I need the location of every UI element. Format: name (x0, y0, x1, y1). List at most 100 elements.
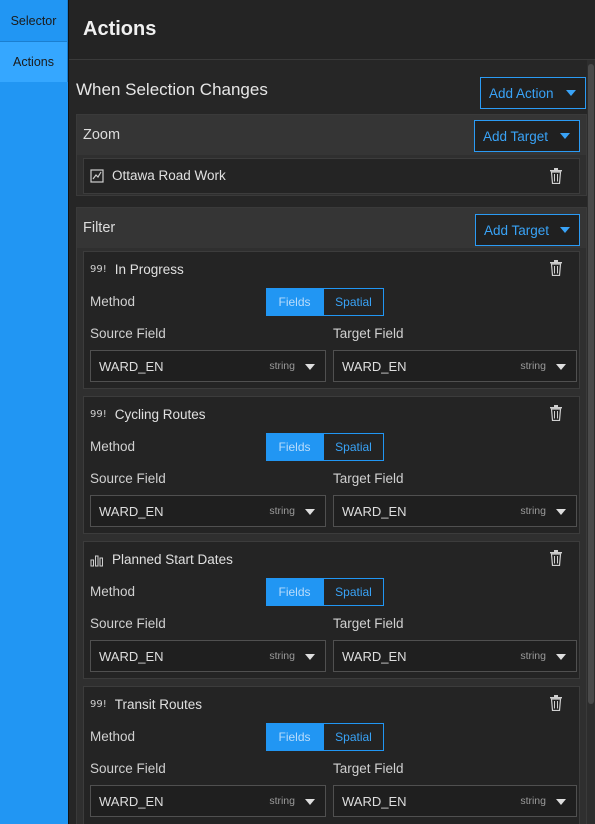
filter-target-title: 99! In Progress (90, 262, 184, 277)
zoom-title: Zoom (83, 127, 121, 143)
target-field-value: WARD_EN (342, 503, 407, 519)
source-field-label: Source Field (90, 761, 166, 776)
chevron-down-icon (305, 799, 315, 805)
filter-target-title: 99! Transit Routes (90, 697, 202, 712)
method-toggle[interactable]: Fields Spatial (266, 433, 384, 461)
source-field-value: WARD_EN (99, 793, 164, 809)
target-field-label: Target Field (333, 616, 404, 631)
zoom-add-target-button[interactable]: Add Target (474, 120, 580, 152)
source-field-type: string (269, 360, 295, 372)
source-field-select[interactable]: WARD_EN string (90, 785, 326, 817)
tab-actions[interactable]: Actions (0, 42, 68, 82)
section-title: When Selection Changes (76, 80, 268, 99)
map-icon (90, 168, 104, 183)
method-fields-button[interactable]: Fields (266, 288, 323, 316)
method-spatial-button[interactable]: Spatial (323, 578, 384, 606)
method-label: Method (90, 294, 136, 309)
panel-header: Actions (69, 0, 595, 60)
filter-target-name: Cycling Routes (114, 407, 206, 422)
target-field-value: WARD_EN (342, 648, 407, 664)
target-field-select[interactable]: WARD_EN string (333, 350, 577, 382)
chevron-down-icon (556, 799, 566, 805)
source-field-label: Source Field (90, 616, 166, 631)
target-field-type: string (520, 795, 546, 807)
source-field-label: Source Field (90, 471, 166, 486)
text-layer-icon: 99! (90, 699, 107, 710)
method-spatial-button[interactable]: Spatial (323, 288, 384, 316)
page-title: Actions (83, 18, 157, 40)
scrollbar[interactable] (587, 60, 595, 824)
chevron-down-icon (305, 654, 315, 660)
source-field-type: string (269, 505, 295, 517)
chevron-down-icon (556, 654, 566, 660)
filter-target-card: Planned Start Dates Method Fields Spatia… (83, 541, 580, 679)
method-fields-button[interactable]: Fields (266, 578, 323, 606)
method-toggle[interactable]: Fields Spatial (266, 288, 384, 316)
chevron-down-icon (560, 133, 570, 139)
add-target-label: Add Target (484, 222, 550, 238)
trash-icon[interactable] (549, 405, 563, 421)
text-layer-icon: 99! (90, 264, 107, 275)
method-fields-button[interactable]: Fields (266, 433, 323, 461)
method-label: Method (90, 584, 136, 599)
chart-icon (90, 555, 103, 566)
chevron-down-icon (305, 509, 315, 515)
trash-icon[interactable] (549, 260, 563, 276)
target-field-select[interactable]: WARD_EN string (333, 640, 577, 672)
method-spatial-button[interactable]: Spatial (323, 433, 384, 461)
filter-group: Filter Add Target 99! In Progress Method… (76, 207, 587, 824)
filter-target-title: 99! Cycling Routes (90, 407, 206, 422)
add-action-label: Add Action (489, 85, 554, 101)
target-field-label: Target Field (333, 761, 404, 776)
filter-add-target-button[interactable]: Add Target (475, 214, 580, 246)
source-field-value: WARD_EN (99, 648, 164, 664)
zoom-group: Zoom Add Target Ottawa Road Work (76, 114, 587, 196)
target-field-type: string (520, 505, 546, 517)
method-spatial-button[interactable]: Spatial (323, 723, 384, 751)
trash-icon[interactable] (549, 550, 563, 566)
chevron-down-icon (556, 509, 566, 515)
target-field-select[interactable]: WARD_EN string (333, 495, 577, 527)
filter-target-card: 99! Cycling Routes Method Fields Spatial… (83, 396, 580, 534)
trash-icon[interactable] (549, 695, 563, 711)
source-field-select[interactable]: WARD_EN string (90, 640, 326, 672)
filter-target-name: Planned Start Dates (112, 552, 233, 567)
method-toggle[interactable]: Fields Spatial (266, 723, 384, 751)
tab-selector[interactable]: Selector (0, 0, 68, 42)
add-target-label: Add Target (483, 128, 549, 144)
filter-title: Filter (83, 220, 116, 236)
filter-target-name: Transit Routes (114, 697, 203, 712)
source-field-type: string (269, 650, 295, 662)
chevron-down-icon (560, 227, 570, 233)
chevron-down-icon (556, 364, 566, 370)
source-field-label: Source Field (90, 326, 166, 341)
zoom-target-card: Ottawa Road Work (83, 158, 580, 194)
target-field-select[interactable]: WARD_EN string (333, 785, 577, 817)
actions-panel: Actions When Selection Changes Add Actio… (68, 0, 595, 824)
method-fields-button[interactable]: Fields (266, 723, 323, 751)
source-field-select[interactable]: WARD_EN string (90, 495, 326, 527)
source-field-type: string (269, 795, 295, 807)
scrollbar-thumb[interactable] (588, 64, 594, 704)
zoom-target-name: Ottawa Road Work (112, 168, 226, 183)
chevron-down-icon (305, 364, 315, 370)
add-action-button[interactable]: Add Action (480, 77, 586, 109)
method-label: Method (90, 729, 136, 744)
trash-icon[interactable] (549, 168, 563, 184)
zoom-target-title: Ottawa Road Work (90, 168, 226, 183)
target-field-type: string (520, 360, 546, 372)
target-field-label: Target Field (333, 326, 404, 341)
source-field-value: WARD_EN (99, 358, 164, 374)
filter-target-card: 99! In Progress Method Fields Spatial So… (83, 251, 580, 389)
target-field-value: WARD_EN (342, 793, 407, 809)
method-label: Method (90, 439, 136, 454)
target-field-label: Target Field (333, 471, 404, 486)
text-layer-icon: 99! (90, 409, 107, 420)
filter-target-title: Planned Start Dates (90, 552, 233, 567)
source-field-select[interactable]: WARD_EN string (90, 350, 326, 382)
method-toggle[interactable]: Fields Spatial (266, 578, 384, 606)
chevron-down-icon (566, 90, 576, 96)
source-field-value: WARD_EN (99, 503, 164, 519)
target-field-value: WARD_EN (342, 358, 407, 374)
sidebar: Selector Actions (0, 0, 68, 824)
